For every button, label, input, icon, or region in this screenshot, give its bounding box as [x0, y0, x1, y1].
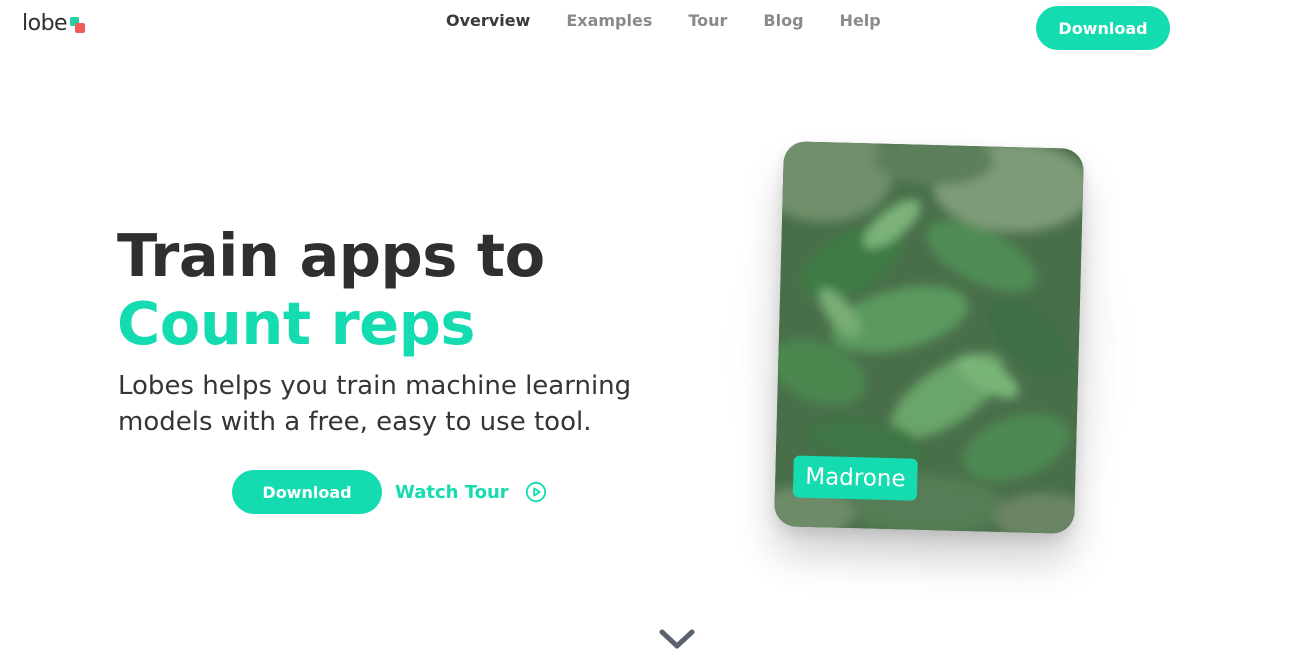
logo-text: lobe	[22, 11, 68, 36]
main-nav: Overview Examples Tour Blog Help	[446, 10, 917, 32]
prediction-label: Madrone	[792, 455, 919, 501]
hero-subtext: Lobes helps you train machine learning m…	[118, 371, 632, 437]
nav-item-blog[interactable]: Blog	[763, 10, 803, 32]
logo[interactable]: lobe	[22, 11, 89, 36]
example-image-card: Madrone	[774, 141, 1084, 534]
chevron-down-icon[interactable]	[659, 627, 695, 651]
nav-item-examples[interactable]: Examples	[566, 10, 652, 32]
lobe-logo-mark-icon	[69, 14, 89, 36]
nav-item-overview[interactable]: Overview	[446, 10, 530, 32]
nav-item-help[interactable]: Help	[840, 10, 881, 32]
hero-headline: Train apps to Count reps	[117, 222, 545, 358]
hero-highlight-text: Count reps	[117, 289, 476, 358]
watch-tour-label: Watch Tour	[395, 481, 509, 503]
play-circle-icon	[525, 481, 546, 503]
watch-tour-link[interactable]: Watch Tour	[395, 481, 547, 503]
nav-item-tour[interactable]: Tour	[688, 10, 727, 32]
hero-headline-text: Train apps to	[117, 221, 545, 290]
header-download-button[interactable]: Download	[1036, 6, 1170, 50]
hero-download-button[interactable]: Download	[232, 470, 382, 514]
